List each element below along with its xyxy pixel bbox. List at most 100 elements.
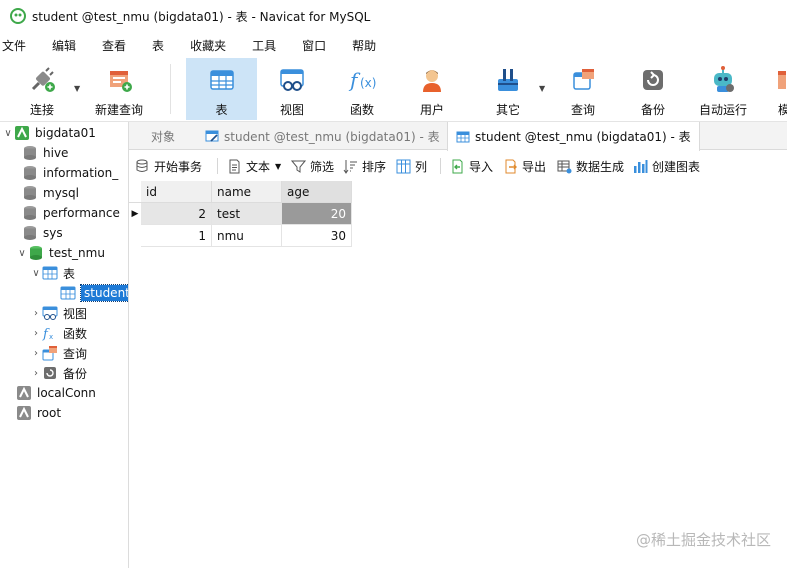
other-button[interactable]: 其它 xyxy=(478,58,538,120)
row-header-corner xyxy=(129,181,141,203)
create-chart-button[interactable]: 创建图表 xyxy=(633,156,700,176)
tools-icon xyxy=(492,64,524,96)
query-button[interactable]: 查询 xyxy=(553,58,613,120)
query-icon xyxy=(567,64,599,96)
database-open-icon xyxy=(28,245,44,261)
tree-db-test-nmu[interactable]: ∨ test_nmu xyxy=(16,243,105,263)
cell-age[interactable]: 20 xyxy=(282,203,352,225)
chevron-right-icon[interactable]: › xyxy=(30,308,42,319)
tab-student-1[interactable]: student @test_nmu (bigdata01) - 表 xyxy=(197,122,448,150)
export-icon xyxy=(503,159,518,174)
columns-button[interactable]: 列 xyxy=(396,156,427,176)
toolbar-divider xyxy=(440,158,441,174)
tab-objects[interactable]: 对象 xyxy=(143,122,183,150)
window-title: student @test_nmu (bigdata01) - 表 - Navi… xyxy=(32,9,371,24)
view-icon xyxy=(42,305,58,321)
auto-run-button[interactable]: 自动运行 xyxy=(692,58,754,120)
model-button[interactable]: 模 xyxy=(764,58,787,120)
tree-table-student[interactable]: student xyxy=(60,283,128,303)
backup-button[interactable]: 备份 xyxy=(623,58,683,120)
tree-connection-bigdata01[interactable]: ∨ bigdata01 xyxy=(2,123,96,143)
columns-icon xyxy=(396,159,411,174)
chevron-down-icon: ▼ xyxy=(275,161,282,171)
tab-bar: 对象 student @test_nmu (bigdata01) - 表 stu… xyxy=(129,122,787,151)
cell-id[interactable]: 2 xyxy=(141,203,212,225)
tree-db-hive[interactable]: hive xyxy=(22,143,68,163)
menu-view[interactable]: 查看 xyxy=(89,37,139,54)
document-icon xyxy=(227,159,242,174)
tab-student-2[interactable]: student @test_nmu (bigdata01) - 表 xyxy=(447,122,700,151)
main-toolbar: 连接 ▼ 新建查询 表 视图 f (x) 函数 用户 其它 ▼ 查询 备份 自动… xyxy=(0,58,787,122)
tree-folder-backups[interactable]: › 备份 xyxy=(30,363,87,383)
tree-db-sys[interactable]: sys xyxy=(22,223,63,243)
menu-window[interactable]: 窗口 xyxy=(289,37,339,54)
tree-folder-tables[interactable]: ∨ 表 xyxy=(30,263,75,283)
filter-icon xyxy=(291,159,306,174)
tree-connection-root[interactable]: root xyxy=(16,403,61,423)
chevron-down-icon[interactable]: ∨ xyxy=(16,248,28,259)
tree-db-information-schema[interactable]: information_ xyxy=(22,163,118,183)
tree-db-performance-schema[interactable]: performance xyxy=(22,203,120,223)
chevron-right-icon[interactable]: › xyxy=(30,348,42,359)
tree-folder-functions[interactable]: › fx 函数 xyxy=(30,323,87,343)
backup-icon xyxy=(42,365,58,381)
tree-folder-queries[interactable]: › 查询 xyxy=(30,343,87,363)
function-button[interactable]: f (x) 函数 xyxy=(332,58,392,120)
new-query-icon xyxy=(103,64,135,96)
column-header-id[interactable]: id xyxy=(141,181,212,203)
table-icon xyxy=(456,131,470,142)
cell-name[interactable]: test xyxy=(212,203,282,225)
filter-button[interactable]: 筛选 xyxy=(291,156,334,176)
cell-age[interactable]: 30 xyxy=(282,225,352,247)
chevron-down-icon[interactable]: ▼ xyxy=(539,84,545,93)
user-button[interactable]: 用户 xyxy=(402,58,462,120)
view-icon xyxy=(276,64,308,96)
model-icon xyxy=(764,64,787,96)
menu-file[interactable]: 文件 xyxy=(0,37,39,54)
column-header-age[interactable]: age xyxy=(282,181,352,203)
view-button[interactable]: 视图 xyxy=(262,58,322,120)
begin-transaction-button[interactable]: 开始事务 xyxy=(135,156,202,176)
toolbar-divider xyxy=(217,158,218,174)
navicat-app-icon xyxy=(10,8,26,24)
menu-edit[interactable]: 编辑 xyxy=(39,37,89,54)
import-button[interactable]: 导入 xyxy=(450,156,493,176)
chevron-right-icon[interactable]: › xyxy=(30,328,42,339)
text-view-button[interactable]: 文本 ▼ xyxy=(227,156,281,176)
plug-icon xyxy=(26,64,58,96)
cell-name[interactable]: nmu xyxy=(212,225,282,247)
tree-connection-localconn[interactable]: localConn xyxy=(16,383,96,403)
menu-bar: 文件 编辑 查看 表 收藏夹 工具 窗口 帮助 xyxy=(0,32,787,58)
menu-help[interactable]: 帮助 xyxy=(339,37,389,54)
sort-icon xyxy=(343,159,358,174)
table-toolbar: 开始事务 文本 ▼ 筛选 排序 列 导入 导出 数据生成 创建图表 xyxy=(129,151,787,181)
table-icon xyxy=(60,285,76,301)
tree-db-mysql[interactable]: mysql xyxy=(22,183,79,203)
table-button[interactable]: 表 xyxy=(186,58,257,120)
menu-favorites[interactable]: 收藏夹 xyxy=(177,37,239,54)
column-header-name[interactable]: name xyxy=(212,181,282,203)
svg-text:(x): (x) xyxy=(360,76,376,90)
chevron-down-icon[interactable]: ∨ xyxy=(2,128,14,139)
chevron-down-icon[interactable]: ▼ xyxy=(74,84,80,93)
data-generation-button[interactable]: 数据生成 xyxy=(557,156,624,176)
function-icon: fx xyxy=(42,325,58,341)
function-icon: f (x) xyxy=(346,64,378,96)
menu-tools[interactable]: 工具 xyxy=(239,37,289,54)
data-generation-icon xyxy=(557,159,572,174)
menu-table[interactable]: 表 xyxy=(139,37,177,54)
tree-folder-views[interactable]: › 视图 xyxy=(30,303,87,323)
navigation-tree: ∨ bigdata01 hive information_ mysql perf… xyxy=(0,122,129,568)
connect-button[interactable]: 连接 xyxy=(12,58,72,120)
database-icon xyxy=(22,225,38,241)
title-bar: student @test_nmu (bigdata01) - 表 - Navi… xyxy=(0,0,787,32)
database-icon xyxy=(22,205,38,221)
chevron-down-icon[interactable]: ∨ xyxy=(30,268,42,279)
new-query-button[interactable]: 新建查询 xyxy=(88,58,150,120)
export-button[interactable]: 导出 xyxy=(503,156,546,176)
table-icon xyxy=(206,64,238,96)
sort-button[interactable]: 排序 xyxy=(343,156,386,176)
table-folder-icon xyxy=(42,265,58,281)
chevron-right-icon[interactable]: › xyxy=(30,368,42,379)
cell-id[interactable]: 1 xyxy=(141,225,212,247)
